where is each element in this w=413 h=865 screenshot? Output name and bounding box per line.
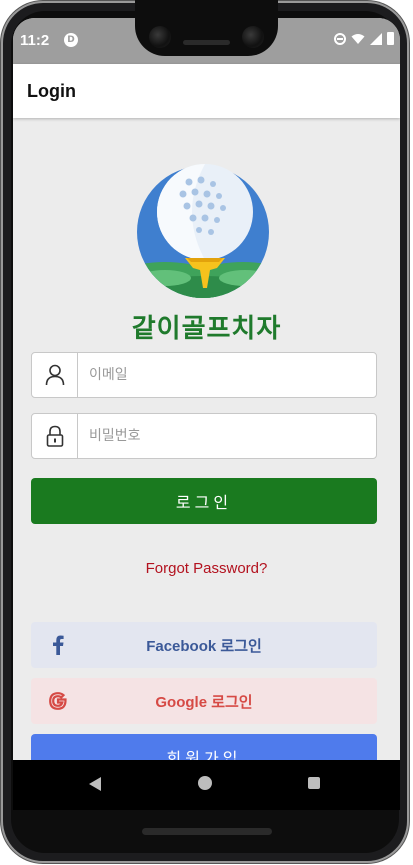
app-screen: 11:2 D Login 같이골프치자 이메일 로그인 Forgot Passw… [13,18,400,760]
notification-icon: D [64,33,78,47]
app-bar: Login [13,64,400,118]
do-not-disturb-icon [334,32,346,45]
status-icons [334,32,394,45]
facebook-login-label: Facebook 로그인 [146,637,262,655]
system-navigation-bar [13,760,400,810]
facebook-icon [47,634,69,656]
email-field[interactable] [31,352,377,398]
google-login-button[interactable]: Google 로그인 [31,678,377,724]
google-login-label: Google 로그인 [155,693,253,711]
email-field-icon-box [32,353,78,397]
password-input[interactable] [78,414,376,458]
camera-notch [135,0,278,56]
password-field[interactable] [31,413,377,459]
back-icon[interactable] [89,777,101,791]
recent-apps-icon[interactable] [308,777,320,789]
home-icon[interactable] [198,776,212,790]
facebook-login-button[interactable]: Facebook 로그인 [31,622,377,668]
front-camera-icon [149,26,171,48]
brand-title: 같이골프치자 [131,314,282,344]
login-button[interactable]: 로그인 [31,478,377,524]
page-title: Login [27,81,76,101]
status-time: 11:2 [20,32,50,49]
person-icon [45,364,64,386]
signal-icon [370,32,382,45]
battery-icon [387,32,394,45]
email-input[interactable] [78,353,376,397]
bottom-speaker [142,828,272,835]
front-sensor-icon [242,26,264,48]
password-field-icon-box [32,414,78,458]
signup-button[interactable]: 회원가입 [31,734,377,760]
forgot-password-link[interactable]: Forgot Password? [13,560,400,577]
lock-icon [46,425,63,447]
wifi-icon [351,33,365,44]
google-icon [47,690,69,712]
earpiece-speaker [183,40,230,45]
golf-ball-logo [137,164,269,298]
